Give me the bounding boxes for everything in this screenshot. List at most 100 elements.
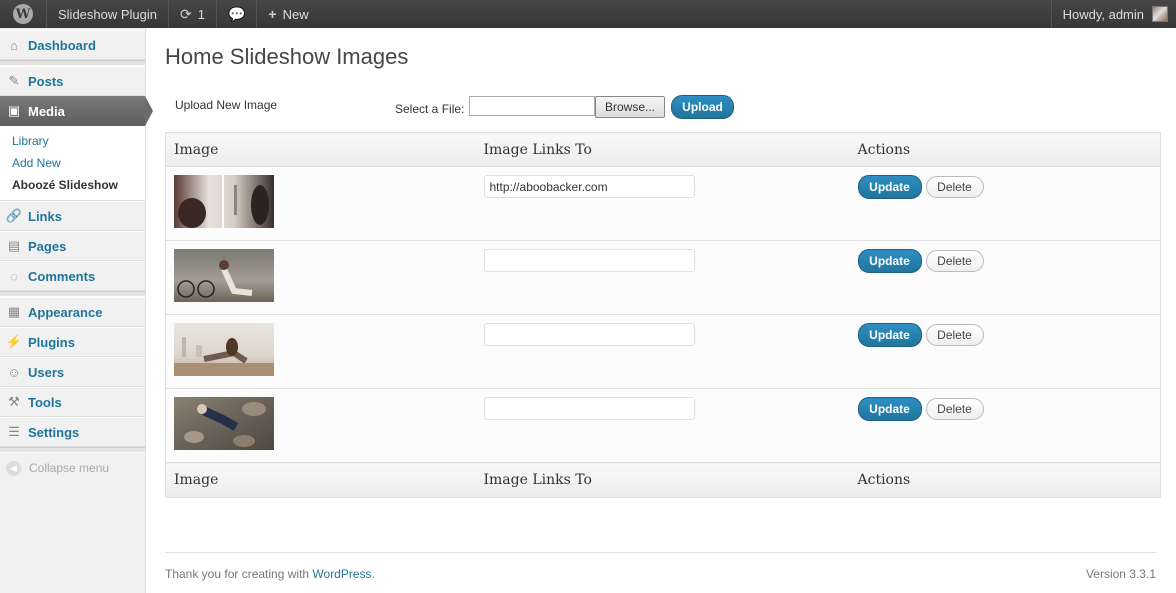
- sidebar-item-label: Users: [28, 364, 65, 380]
- update-button[interactable]: Update: [857, 249, 922, 273]
- wordpress-link[interactable]: WordPress: [312, 567, 371, 581]
- my-account-menu[interactable]: Howdy, admin: [1050, 0, 1176, 28]
- comment-icon: ◌: [10, 268, 18, 284]
- column-header-link: Image Links To: [475, 132, 850, 167]
- refresh-icon: ⟳: [180, 5, 192, 22]
- slideshow-thumbnail: [174, 175, 274, 228]
- submenu-item-slideshow[interactable]: Aboozé Slideshow: [0, 174, 145, 196]
- site-name-link[interactable]: Slideshow Plugin: [47, 0, 170, 28]
- update-button[interactable]: Update: [857, 175, 922, 199]
- admin-footer: Thank you for creating with WordPress. V…: [165, 552, 1156, 581]
- column-footer-link: Image Links To: [475, 462, 850, 498]
- actions-cell: Update Delete: [849, 388, 1161, 463]
- update-button[interactable]: Update: [857, 323, 922, 347]
- howdy-label: Howdy, admin: [1062, 6, 1144, 22]
- upload-form: Upload New Image Select a File: Browse..…: [165, 86, 1161, 130]
- settings-icon: ☰: [8, 424, 20, 439]
- table-footer-row: Image Image Links To Actions: [165, 462, 1161, 498]
- sidebar-item-label: Settings: [28, 424, 80, 440]
- slideshow-thumbnail: [174, 249, 274, 302]
- delete-button[interactable]: Delete: [925, 398, 984, 420]
- updates-link[interactable]: ⟳ 1: [169, 0, 217, 28]
- sidebar-item-settings[interactable]: ☰ Settings: [0, 417, 145, 447]
- collapse-menu-button[interactable]: ◀ Collapse menu: [0, 453, 145, 483]
- wordpress-logo-menu[interactable]: W: [0, 0, 47, 28]
- sidebar-item-dashboard[interactable]: ⌂ Dashboard: [0, 30, 145, 60]
- upload-new-image-label: Upload New Image: [175, 98, 278, 112]
- pin-icon: ✎: [8, 73, 20, 88]
- footer-thanks-text: Thank you for creating with: [165, 567, 313, 581]
- update-button[interactable]: Update: [857, 397, 922, 421]
- main-content: Home Slideshow Images Upload New Image S…: [165, 28, 1161, 498]
- wordpress-logo-icon: W: [13, 4, 33, 24]
- actions-cell: Update Delete: [849, 166, 1161, 241]
- table-row: Update Delete: [165, 314, 1161, 389]
- sidebar-item-links[interactable]: 🔗 Links: [0, 201, 145, 231]
- sidebar-item-comments[interactable]: ◌ Comments: [0, 261, 145, 291]
- sidebar-item-label: Tools: [28, 394, 62, 410]
- footer-thanks: Thank you for creating with WordPress.: [165, 567, 375, 581]
- comments-link[interactable]: 💬: [217, 0, 258, 28]
- submenu-item-library[interactable]: Library: [0, 130, 145, 152]
- link-cell: [475, 314, 850, 389]
- page-title: Home Slideshow Images: [165, 44, 409, 69]
- link-cell: [475, 166, 850, 241]
- table-row: Update Delete: [165, 166, 1161, 241]
- table-row: Update Delete: [165, 388, 1161, 463]
- table-row: Update Delete: [165, 240, 1161, 315]
- image-link-field[interactable]: [483, 249, 695, 272]
- delete-button[interactable]: Delete: [925, 176, 984, 198]
- link-cell: [475, 240, 850, 315]
- sidebar-item-pages[interactable]: ▤ Pages: [0, 231, 145, 261]
- file-path-field[interactable]: [469, 96, 595, 116]
- admin-sidebar: ⌂ Dashboard ✎ Posts ▣ Media Library Add …: [0, 28, 153, 593]
- new-label: New: [282, 6, 309, 22]
- sidebar-item-label: Media: [28, 103, 65, 119]
- sidebar-item-label: Pages: [28, 238, 67, 254]
- sidebar-item-tools[interactable]: ⚒ Tools: [0, 387, 145, 417]
- slideshow-images-table: Image Image Links To Actions http://aboo…: [165, 132, 1161, 498]
- tools-icon: ⚒: [8, 394, 20, 409]
- sidebar-item-users[interactable]: ☺ Users: [0, 357, 145, 387]
- submenu-item-add-new[interactable]: Add New: [0, 152, 145, 174]
- collapse-arrow-icon: ◀: [6, 460, 21, 476]
- pages-icon: ▤: [7, 238, 21, 253]
- sidebar-item-appearance[interactable]: ▦ Appearance: [0, 297, 145, 327]
- collapse-label: Collapse menu: [29, 461, 110, 475]
- slideshow-thumbnail: [174, 323, 274, 376]
- image-cell: [165, 166, 476, 241]
- image-link-field[interactable]: [483, 323, 695, 346]
- image-cell: [165, 314, 476, 389]
- footer-version: Version 3.3.1: [1085, 567, 1156, 581]
- column-header-image: Image: [165, 132, 476, 167]
- sidebar-item-label: Appearance: [28, 304, 103, 320]
- link-icon: 🔗: [5, 208, 23, 223]
- sidebar-item-label: Links: [28, 208, 62, 224]
- users-icon: ☺: [7, 364, 21, 380]
- comment-bubble-icon: 💬: [227, 5, 246, 22]
- image-link-field[interactable]: [483, 175, 695, 198]
- admin-bar: W Slideshow Plugin ⟳ 1 💬 + New Howdy, ad…: [0, 0, 1176, 28]
- sidebar-item-plugins[interactable]: ⚡ Plugins: [0, 327, 145, 357]
- select-file-label: Select a File:: [395, 102, 465, 116]
- column-header-actions: Actions: [849, 132, 1161, 167]
- sidebar-item-label: Posts: [28, 73, 64, 89]
- browse-button[interactable]: Browse...: [595, 96, 665, 118]
- delete-button[interactable]: Delete: [925, 324, 984, 346]
- upload-button[interactable]: Upload: [671, 95, 734, 119]
- sidebar-item-label: Comments: [28, 268, 96, 284]
- column-footer-image: Image: [165, 462, 476, 498]
- sidebar-item-label: Dashboard: [28, 37, 96, 53]
- appearance-icon: ▦: [7, 304, 21, 319]
- delete-button[interactable]: Delete: [925, 250, 984, 272]
- new-content-menu[interactable]: + New: [257, 0, 319, 28]
- sidebar-item-posts[interactable]: ✎ Posts: [0, 66, 145, 96]
- plugin-icon: ⚡: [5, 334, 23, 349]
- sidebar-item-label: Plugins: [28, 334, 75, 350]
- sidebar-item-media[interactable]: ▣ Media: [0, 96, 153, 126]
- footer-period: .: [371, 567, 375, 581]
- image-cell: [165, 240, 476, 315]
- actions-cell: Update Delete: [849, 314, 1161, 389]
- image-link-field[interactable]: [483, 397, 695, 420]
- avatar: [1152, 6, 1168, 22]
